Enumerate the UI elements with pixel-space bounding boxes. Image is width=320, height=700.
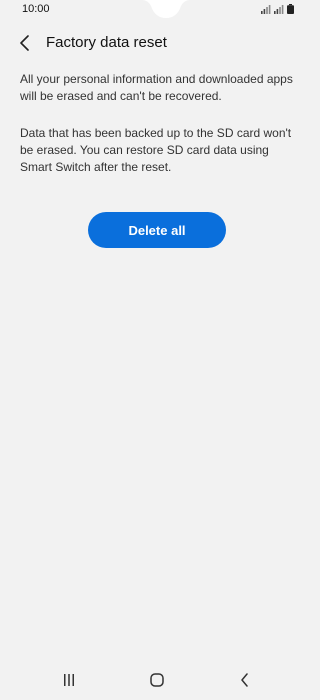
- page-title: Factory data reset: [46, 34, 167, 51]
- content: All your personal information and downlo…: [20, 71, 296, 176]
- camera-notch: [142, 0, 190, 18]
- erase-warning-text: All your personal information and downlo…: [20, 72, 293, 103]
- nav-back-button[interactable]: [233, 670, 257, 690]
- sd-card-info-text: Data that has been backed up to the SD c…: [20, 126, 292, 174]
- status-time: 10:00: [22, 3, 50, 15]
- cell-signal-icon: [274, 5, 284, 14]
- chevron-left-icon: [20, 35, 29, 51]
- recent-apps-button[interactable]: [57, 670, 81, 690]
- back-icon: [241, 673, 248, 687]
- status-icons: [261, 4, 294, 14]
- recent-apps-icon: [64, 674, 74, 686]
- status-bar: 10:00: [0, 0, 314, 20]
- delete-all-button[interactable]: Delete all: [88, 212, 226, 248]
- back-button[interactable]: [12, 30, 38, 56]
- header: Factory data reset: [0, 28, 314, 58]
- wifi-signal-icon: [261, 5, 271, 14]
- battery-icon: [287, 4, 294, 14]
- home-icon: [150, 673, 164, 687]
- home-button[interactable]: [145, 670, 169, 690]
- navigation-bar: [0, 660, 314, 700]
